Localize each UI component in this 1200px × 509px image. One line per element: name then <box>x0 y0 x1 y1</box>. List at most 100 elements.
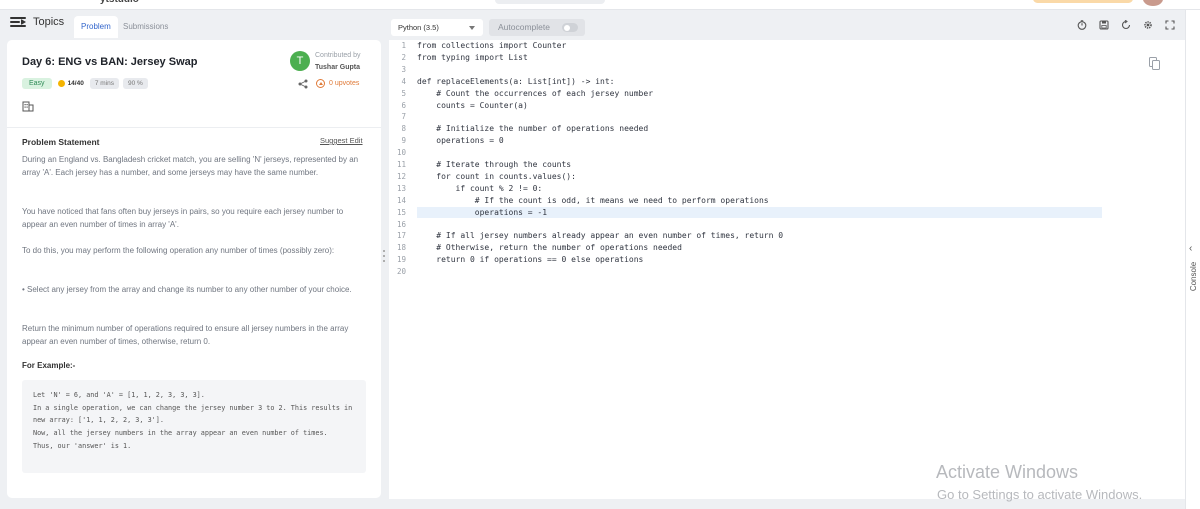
toggle-switch[interactable] <box>562 23 578 32</box>
console-sidebar[interactable] <box>1185 10 1200 509</box>
line-number: 18 <box>396 243 406 253</box>
code-text[interactable]: # If the count is odd, it means we need … <box>417 195 769 207</box>
code-text[interactable]: counts = Counter(a) <box>417 100 528 112</box>
code-editor-panel: Python (3.5) Autocomplete 1 from collecti… <box>389 10 1185 509</box>
line-number: 10 <box>396 148 406 158</box>
code-line[interactable]: 16 <box>389 219 1185 231</box>
user-avatar[interactable] <box>1143 0 1163 6</box>
copy-icon[interactable] <box>1149 57 1160 70</box>
line-number: 11 <box>396 160 406 169</box>
line-number: 20 <box>396 267 406 277</box>
code-text[interactable]: # If all jersey numbers already appear a… <box>417 230 783 242</box>
code-line[interactable]: 3 <box>389 64 1185 76</box>
code-line[interactable]: 10 <box>389 147 1185 159</box>
console-toggle[interactable]: Console <box>1189 262 1198 291</box>
code-line[interactable]: 4 def replaceElements(a: List[int]) -> in… <box>389 76 1185 88</box>
topics-label: Topics <box>33 16 65 28</box>
search-bar[interactable] <box>495 0 605 4</box>
contributor-name[interactable]: Tushar Gupta <box>315 64 360 71</box>
language-select[interactable]: Python (3.5) <box>391 19 483 36</box>
code-text[interactable]: operations = -1 <box>417 207 547 219</box>
line-number: 9 <box>401 136 406 146</box>
problem-panel: Topics Problem Submissions Day 6: ENG vs… <box>0 10 389 509</box>
editor-toolbar: Python (3.5) Autocomplete <box>389 10 1185 40</box>
time-badge: 7 mins <box>89 78 119 89</box>
problem-badges: Easy 14/40 7 mins 90 % <box>22 78 148 89</box>
code-text[interactable]: operations = 0 <box>417 135 503 147</box>
panel-resize-handle[interactable] <box>382 250 386 266</box>
code-text[interactable]: from typing import List <box>417 52 528 64</box>
problem-statement-heading: Problem Statement <box>22 137 100 147</box>
timer-icon[interactable] <box>1077 20 1087 30</box>
code-line[interactable]: 2 from typing import List <box>389 52 1185 64</box>
code-text[interactable]: return 0 if operations == 0 else operati… <box>417 254 643 266</box>
line-number: 1 <box>401 41 406 50</box>
panel-tabs: Topics Problem Submissions <box>0 10 389 40</box>
code-line[interactable]: 8 # Initialize the number of operations … <box>389 123 1185 135</box>
code-line[interactable]: 12 for count in counts.values(): <box>389 171 1185 183</box>
suggest-edit-link[interactable]: Suggest Edit <box>320 136 363 145</box>
statement-paragraph: During an England vs. Bangladesh cricket… <box>22 155 359 177</box>
fullscreen-icon[interactable] <box>1165 20 1175 30</box>
upgrade-button[interactable] <box>1033 0 1133 3</box>
code-line[interactable]: 9 operations = 0 <box>389 135 1185 147</box>
code-line-highlighted[interactable]: 15 operations = -1 <box>389 206 1185 219</box>
save-icon[interactable] <box>1099 20 1109 30</box>
line-number: 19 <box>396 255 406 265</box>
brand-logo[interactable]: ytstudio <box>100 0 139 5</box>
code-text[interactable]: def replaceElements(a: List[int]) -> int… <box>417 76 614 88</box>
code-line[interactable]: 5 # Count the occurrences of each jersey… <box>389 88 1185 100</box>
code-line[interactable]: 18 # Otherwise, return the number of ope… <box>389 242 1185 254</box>
code-text[interactable]: from collections import Counter <box>417 40 566 52</box>
activate-windows-title: Activate Windows <box>936 462 1079 482</box>
line-number: 13 <box>396 183 406 193</box>
top-navbar: ytstudio <box>0 0 1200 10</box>
code-line[interactable]: 19 return 0 if operations == 0 else oper… <box>389 254 1185 266</box>
code-line[interactable]: 13 if count % 2 != 0: <box>389 183 1185 195</box>
difficulty-badge: Easy <box>22 78 52 89</box>
line-number: 3 <box>401 64 406 74</box>
problem-card: Day 6: ENG vs BAN: Jersey Swap T Contrib… <box>7 40 381 498</box>
line-number: 17 <box>396 231 406 241</box>
upvote-icon <box>316 79 325 88</box>
code-line[interactable]: 17 # If all jersey numbers already appea… <box>389 230 1185 242</box>
upvote-button[interactable]: 0 upvotes <box>316 79 359 88</box>
company-building-icon[interactable] <box>22 100 34 112</box>
code-line[interactable]: 6 counts = Counter(a) <box>389 100 1185 112</box>
share-icon[interactable] <box>298 79 308 89</box>
activate-windows-subtitle: Go to Settings to activate Windows. <box>937 487 1143 502</box>
code-text[interactable]: if count % 2 != 0: <box>417 183 543 195</box>
chevron-left-icon[interactable]: ‹ <box>1189 243 1192 254</box>
line-number: 8 <box>401 124 406 134</box>
line-number: 5 <box>401 88 406 98</box>
chevron-down-icon <box>469 26 475 30</box>
statement-paragraph: To do this, you may perform the followin… <box>22 246 335 255</box>
code-text[interactable]: # Count the occurrences of each jersey n… <box>417 88 653 100</box>
code-text[interactable]: for count in counts.values(): <box>417 171 576 183</box>
line-number: 4 <box>401 76 406 86</box>
code-text[interactable]: # Initialize the number of operations ne… <box>417 123 648 135</box>
code-line[interactable]: 20 <box>389 266 1185 278</box>
code-line[interactable]: 14 # If the count is odd, it means we ne… <box>389 195 1185 207</box>
code-area[interactable]: 1 from collections import Counter 2 from t… <box>389 40 1185 499</box>
upvote-count: 0 upvotes <box>329 80 360 87</box>
code-line[interactable]: 7 <box>389 111 1185 123</box>
section-divider <box>7 127 381 128</box>
tab-submissions[interactable]: Submissions <box>116 16 175 38</box>
code-text[interactable]: # Otherwise, return the number of operat… <box>417 242 682 254</box>
contributor-avatar[interactable]: T <box>290 51 310 71</box>
settings-icon[interactable] <box>1143 20 1153 30</box>
code-text[interactable]: # Iterate through the counts <box>417 159 571 171</box>
statement-paragraph: Return the minimum number of operations … <box>22 324 349 346</box>
code-line[interactable]: 11 # Iterate through the counts <box>389 159 1185 171</box>
tab-problem[interactable]: Problem <box>74 16 118 38</box>
line-number: 16 <box>396 219 406 229</box>
language-value: Python (3.5) <box>398 23 439 32</box>
score-badge: 14/40 <box>56 78 86 89</box>
autocomplete-toggle[interactable]: Autocomplete <box>489 19 585 36</box>
topics-button[interactable]: Topics <box>10 16 64 28</box>
reset-icon[interactable] <box>1121 20 1131 30</box>
statement-paragraph: • Select any jersey from the array and c… <box>22 285 352 294</box>
code-line[interactable]: 1 from collections import Counter <box>389 40 1185 52</box>
line-number: 12 <box>396 171 406 181</box>
